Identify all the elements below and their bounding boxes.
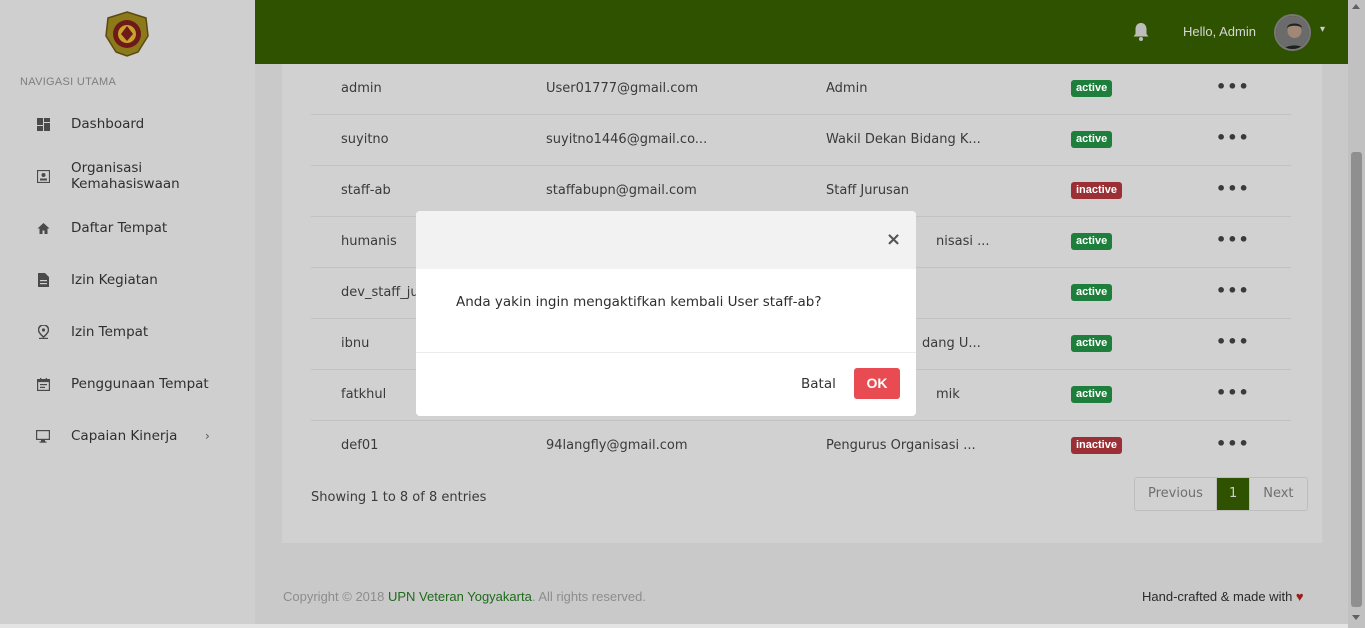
- dashboard-icon: [36, 117, 50, 131]
- copyright-suffix: . All rights reserved.: [531, 589, 646, 604]
- scrollbar-thumb[interactable]: [1351, 152, 1362, 607]
- sidebar-item-penggunaan-tempat[interactable]: Penggunaan Tempat: [0, 364, 255, 404]
- footer-copyright: Copyright © 2018 UPN Veteran Yogyakarta.…: [283, 589, 646, 604]
- sidebar-item-label: Daftar Tempat: [71, 220, 168, 236]
- cell-username: suyitno: [341, 132, 389, 147]
- cell-username: admin: [341, 81, 382, 96]
- sidebar-item-organisasi[interactable]: Organisasi Kemahasiswaan: [0, 156, 255, 196]
- cell-role: nisasi ...: [936, 234, 990, 249]
- page-scrollbar[interactable]: [1348, 0, 1365, 628]
- dialog-header: ×: [416, 211, 916, 269]
- more-actions-icon[interactable]: •••: [1216, 179, 1250, 198]
- status-badge: active: [1071, 131, 1113, 148]
- status-badge: active: [1071, 335, 1113, 352]
- cell-role: Wakil Dekan Bidang K...: [826, 132, 981, 147]
- bell-icon[interactable]: [1132, 22, 1150, 42]
- cell-role: Admin: [826, 81, 868, 96]
- pagination: Previous 1 Next: [1134, 477, 1308, 511]
- sidebar-item-label: Capaian Kinerja: [71, 428, 178, 444]
- cell-username: dev_staff_jur: [341, 285, 424, 300]
- sidebar-item-label: Penggunaan Tempat: [71, 376, 209, 392]
- entries-info: Showing 1 to 8 of 8 entries: [311, 490, 487, 505]
- status-badge: active: [1071, 284, 1113, 301]
- cell-role: dang U...: [922, 336, 981, 351]
- map-pin-icon: [36, 325, 50, 339]
- scroll-up-arrow-icon[interactable]: [1352, 4, 1360, 9]
- cell-username: staff-ab: [341, 183, 391, 198]
- sidebar-item-daftar-tempat[interactable]: Daftar Tempat: [0, 208, 255, 248]
- calendar-icon: [36, 377, 50, 391]
- more-actions-icon[interactable]: •••: [1216, 383, 1250, 402]
- document-icon: [36, 273, 50, 287]
- status-badge: active: [1071, 80, 1113, 97]
- cell-role: Staff Jurusan: [826, 183, 910, 198]
- table-row: staff-ab staffabupn@gmail.com Staff Juru…: [311, 166, 1291, 217]
- id-card-icon: [36, 169, 50, 183]
- cell-email: staffabupn@gmail.com: [546, 183, 697, 198]
- footer-made-with: Hand-crafted & made with ♥: [1142, 589, 1304, 604]
- cell-username: ibnu: [341, 336, 370, 351]
- chevron-right-icon: ›: [205, 429, 210, 443]
- top-header: Hello, Admin ▾: [255, 0, 1348, 64]
- pagination-next-button[interactable]: Next: [1249, 478, 1307, 510]
- status-badge: inactive: [1071, 182, 1122, 199]
- cancel-button[interactable]: Batal: [801, 376, 836, 392]
- sidebar-item-label: Organisasi Kemahasiswaan: [71, 160, 180, 192]
- avatar[interactable]: [1274, 14, 1311, 51]
- more-actions-icon[interactable]: •••: [1216, 332, 1250, 351]
- monitor-icon: [36, 429, 50, 443]
- home-icon: [36, 221, 50, 235]
- scroll-down-arrow-icon[interactable]: [1352, 615, 1360, 620]
- status-badge: active: [1071, 386, 1113, 403]
- user-greeting[interactable]: Hello, Admin: [1183, 24, 1256, 39]
- ok-button[interactable]: OK: [854, 368, 900, 399]
- dialog-message: Anda yakin ingin mengaktifkan kembali Us…: [456, 294, 822, 310]
- heart-icon: ♥: [1295, 589, 1304, 604]
- table-row: admin User01777@gmail.com Admin active •…: [311, 64, 1291, 115]
- more-actions-icon[interactable]: •••: [1216, 281, 1250, 300]
- cell-email: suyitno1446@gmail.co...: [546, 132, 708, 147]
- table-row: def01 94langfly@gmail.com Pengurus Organ…: [311, 421, 1291, 472]
- more-actions-icon[interactable]: •••: [1216, 230, 1250, 249]
- copyright-prefix: Copyright © 2018: [283, 589, 388, 604]
- cell-email: User01777@gmail.com: [546, 81, 698, 96]
- sidebar-item-label: Izin Tempat: [71, 324, 149, 340]
- more-actions-icon[interactable]: •••: [1216, 77, 1250, 96]
- sidebar-item-label: Dashboard: [71, 116, 145, 132]
- sidebar-item-dashboard[interactable]: Dashboard: [0, 104, 255, 144]
- sidebar-item-label: Izin Kegiatan: [71, 272, 158, 288]
- sidebar-item-izin-kegiatan[interactable]: Izin Kegiatan: [0, 260, 255, 300]
- cell-username: fatkhul: [341, 387, 387, 402]
- nav-heading: NAVIGASI UTAMA: [20, 76, 117, 88]
- sidebar-item-izin-tempat[interactable]: Izin Tempat: [0, 312, 255, 352]
- pagination-previous-button[interactable]: Previous: [1135, 478, 1217, 510]
- status-badge: active: [1071, 233, 1113, 250]
- cell-username: humanis: [341, 234, 397, 249]
- more-actions-icon[interactable]: •••: [1216, 128, 1250, 147]
- chevron-down-icon[interactable]: ▾: [1320, 24, 1325, 35]
- pagination-page-1[interactable]: 1: [1216, 478, 1250, 510]
- sidebar-item-capaian-kinerja[interactable]: Capaian Kinerja ›: [0, 416, 255, 456]
- cell-role: Pengurus Organisasi ...: [826, 438, 976, 453]
- confirm-dialog: × Anda yakin ingin mengaktifkan kembali …: [416, 211, 916, 416]
- footer-link[interactable]: UPN Veteran Yogyakarta: [388, 589, 532, 604]
- sidebar: NAVIGASI UTAMA Dashboard Organisasi Kema…: [0, 0, 255, 628]
- table-row: suyitno suyitno1446@gmail.co... Wakil De…: [311, 115, 1291, 166]
- bottom-strip: [0, 624, 1348, 628]
- cell-email: 94langfly@gmail.com: [546, 438, 688, 453]
- dialog-divider: [416, 352, 916, 353]
- close-icon[interactable]: ×: [886, 229, 901, 250]
- cell-role: mik: [936, 387, 960, 402]
- status-badge: inactive: [1071, 437, 1122, 454]
- cell-username: def01: [341, 438, 379, 453]
- university-logo[interactable]: [102, 10, 152, 58]
- more-actions-icon[interactable]: •••: [1216, 434, 1250, 453]
- made-with-text: Hand-crafted & made with: [1142, 589, 1293, 604]
